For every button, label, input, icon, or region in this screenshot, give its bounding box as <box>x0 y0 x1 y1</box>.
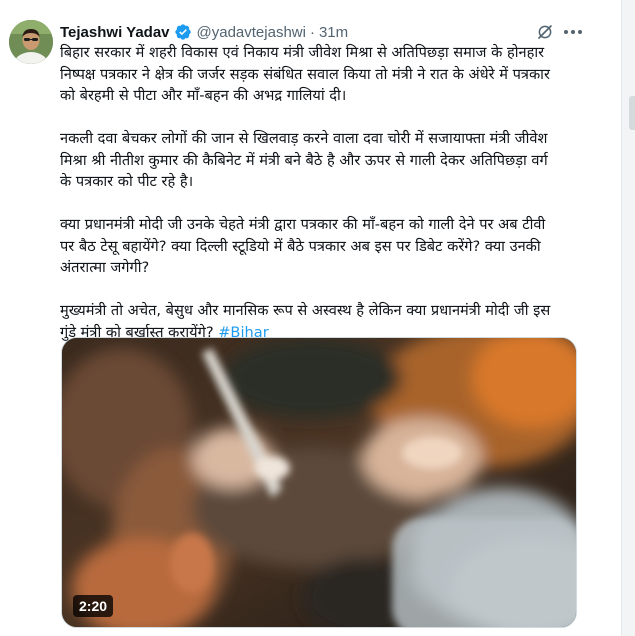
text-line: अंतरात्मा जगेगी? <box>60 259 150 276</box>
tweet-text: बिहार सरकार में शहरी विकास एवं निकाय मंत… <box>60 42 582 343</box>
tweet-header: Tejashwi Yadav @yadavtejashwi · 31m <box>60 22 348 42</box>
text-line: मुख्यमंत्री तो अचेत, बेसुध और मानसिक रूप… <box>60 302 551 319</box>
video-player[interactable] <box>61 337 577 628</box>
scroll-handle[interactable] <box>629 96 635 130</box>
text-line: के पत्रकार को पीट रहे है। <box>60 173 194 190</box>
avatar[interactable] <box>9 20 53 64</box>
right-scroll-strip <box>621 0 635 636</box>
avatar-image <box>9 20 53 64</box>
timestamp[interactable]: 31m <box>319 24 348 41</box>
author-handle[interactable]: @yadavtejashwi <box>197 24 306 41</box>
video-thumbnail <box>62 338 576 627</box>
separator-dot: · <box>309 23 315 41</box>
verified-badge-icon <box>174 24 191 40</box>
more-options-icon[interactable] <box>562 23 584 41</box>
text-line: नकली दवा बेचकर लोगों की जान से खिलवाड़ क… <box>60 130 548 147</box>
more-dot <box>578 30 582 34</box>
text-line: क्या प्रधानमंत्री मोदी जी उनके चेहते मंत… <box>60 216 546 233</box>
text-line: पर बैठ टेसू बहायेंगे? क्या दिल्ली स्टूडि… <box>60 237 541 255</box>
text-line: बिहार सरकार में शहरी विकास एवं निकाय मंत… <box>60 44 545 61</box>
video-duration-badge: 2:20 <box>73 595 114 617</box>
text-line: को बेरहमी से पीटा और माँ-बहन की अभद्र गा… <box>60 87 347 104</box>
author-name[interactable]: Tejashwi Yadav <box>60 24 170 41</box>
text-line: मिश्रा श्री नीतीश कुमार की कैबिनेट में म… <box>60 151 548 169</box>
more-dot <box>571 30 575 34</box>
text-line: निष्पक्ष पत्रकार ने क्षेत्र की जर्जर सड़… <box>60 65 550 83</box>
grok-icon[interactable] <box>536 23 554 41</box>
tweet-page: Tejashwi Yadav @yadavtejashwi · 31m बिहा… <box>0 0 635 636</box>
more-dot <box>564 30 568 34</box>
